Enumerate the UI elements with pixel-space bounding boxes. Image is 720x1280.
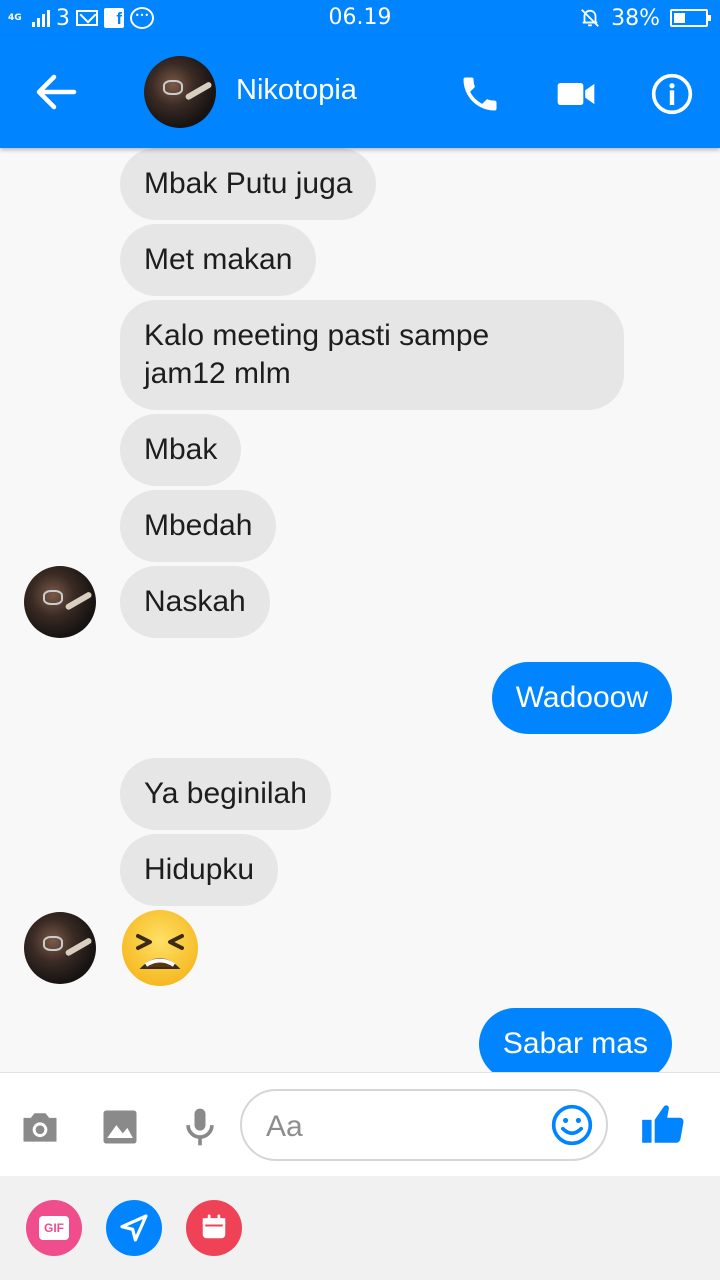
message-list[interactable]: Mbak Putu juga Met makan Kalo meeting pa…: [0, 148, 720, 1072]
gif-button[interactable]: GIF: [26, 1200, 82, 1256]
message-input[interactable]: Aa: [240, 1089, 608, 1161]
sender-avatar[interactable]: [24, 566, 96, 638]
message-input-placeholder: Aa: [266, 1110, 303, 1143]
back-arrow-icon[interactable]: [32, 72, 80, 112]
location-button[interactable]: [106, 1200, 162, 1256]
smiley-icon[interactable]: [550, 1103, 594, 1147]
message-bubble-incoming[interactable]: Met makan: [120, 224, 317, 296]
battery-icon: [670, 9, 711, 27]
contact-name[interactable]: Nikotopia: [236, 74, 357, 107]
video-camera-icon[interactable]: [554, 72, 598, 116]
message-line: jam12 mlm: [144, 357, 291, 390]
message-bubble-incoming[interactable]: Kalo meeting pasti sampe jam12 mlm: [120, 300, 624, 410]
contact-avatar[interactable]: [144, 56, 216, 128]
calendar-icon: [202, 1214, 226, 1239]
message-line: Kalo meeting pasti sampe: [144, 319, 490, 352]
muted-bell-icon: [581, 9, 599, 27]
microphone-icon[interactable]: [178, 1105, 222, 1149]
sender-avatar[interactable]: [24, 912, 96, 984]
message-bubble-incoming[interactable]: Naskah: [120, 566, 270, 638]
message-bubble-incoming[interactable]: Mbak: [120, 414, 242, 486]
camera-icon[interactable]: [18, 1105, 62, 1149]
message-bubble-incoming[interactable]: Hidupku: [120, 834, 279, 906]
gif-icon: GIF: [39, 1216, 69, 1240]
message-bubble-incoming[interactable]: Mbak Putu juga: [120, 148, 377, 220]
status-bar: 4G 3 f ••• 06.19 38%: [0, 0, 720, 36]
info-icon[interactable]: [650, 72, 694, 116]
message-bubble-incoming[interactable]: Ya beginilah: [120, 758, 331, 830]
reminder-button[interactable]: [186, 1200, 242, 1256]
tired-face-emoji[interactable]: [120, 908, 200, 988]
message-bubble-outgoing[interactable]: Wadooow: [491, 662, 672, 734]
battery-percent: 38%: [611, 5, 660, 31]
message-bubble-outgoing[interactable]: Sabar mas: [478, 1008, 672, 1072]
message-bubble-incoming[interactable]: Mbedah: [120, 490, 277, 562]
phone-icon[interactable]: [458, 72, 502, 116]
image-icon[interactable]: [98, 1105, 142, 1149]
composer-extras-tray: GIF: [0, 1176, 720, 1280]
location-icon: [120, 1214, 148, 1242]
thumbs-up-icon[interactable]: [638, 1099, 688, 1149]
conversation-header: Nikotopia: [0, 36, 720, 148]
message-composer: Aa: [0, 1072, 720, 1176]
